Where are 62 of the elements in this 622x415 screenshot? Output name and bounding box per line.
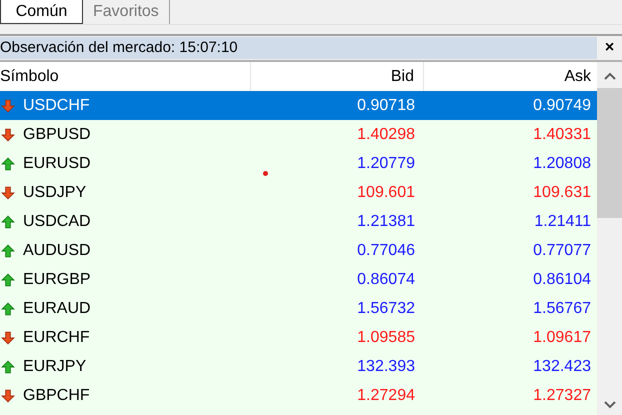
ask-cell-text: 1.21411 (533, 212, 592, 230)
ask-cell-text: 1.40331 (532, 126, 592, 144)
bid-cell-text: 0.90718 (356, 96, 416, 114)
symbol-cell: GBPUSD (23, 126, 91, 144)
symbol-cell: EURGBP (23, 270, 91, 288)
symbol-cell: EURAUD (23, 300, 91, 318)
up-arrow-icon (1, 156, 15, 170)
table-row[interactable]: AUDUSD 0.77046 0.77077 (0, 236, 597, 265)
ask-cell-text: 1.09617 (532, 328, 592, 346)
table-row[interactable]: GBPCHF 1.27294 1.27327 (0, 381, 597, 410)
down-arrow-icon (1, 128, 15, 142)
column-header[interactable]: Ask (424, 62, 597, 91)
table-row[interactable]: EURJPY 132.393 132.423 (0, 352, 597, 381)
table-row[interactable]: EURUSD 1.20779 1.20808 (0, 149, 597, 178)
symbol-cell: AUDUSD (23, 242, 91, 260)
ask-cell-text: 0.86104 (532, 270, 592, 288)
ask-cell-text: 132.423 (532, 358, 592, 376)
symbol-cell: USDJPY (23, 184, 86, 202)
bid-cell-text: 0.86074 (356, 270, 416, 288)
bid-cell-text: 1.21381 (356, 212, 416, 230)
table-row[interactable]: EURCHF 1.09585 1.09617 (0, 323, 597, 352)
ask-cell-text: 1.56767 (532, 300, 592, 318)
bid-cell-text: 1.27294 (356, 386, 416, 404)
up-arrow-icon (1, 360, 15, 374)
table-row[interactable]: USDCAD 1.21381 1.21411 (0, 207, 597, 236)
bid-cell-text: 0.77046 (356, 242, 416, 260)
symbol-cell: USDCAD (23, 212, 91, 230)
up-arrow-icon (1, 214, 15, 228)
symbol-cell: EURUSD (23, 154, 91, 172)
panel-title: Observación del mercado: 15:07:10 (0, 37, 597, 59)
ask-cell-text: 0.90749 (532, 96, 592, 114)
scroll-thumb[interactable] (597, 88, 622, 218)
up-arrow-icon (1, 244, 15, 258)
table-row[interactable]: USDJPY 109.601 109.631 (0, 178, 597, 207)
symbol-cell: EURCHF (23, 328, 90, 346)
bid-cell-text: 1.09585 (356, 328, 416, 346)
bid-cell-text: 132.393 (356, 358, 416, 376)
ask-cell-text: 1.20808 (532, 154, 592, 172)
down-arrow-icon (1, 186, 15, 200)
tab[interactable]: Común (0, 0, 83, 24)
down-arrow-icon (1, 388, 15, 402)
dot-mark (263, 171, 268, 176)
down-arrow-icon (1, 330, 15, 344)
ask-cell-text: 1.27327 (532, 386, 592, 404)
symbol-cell: USDCHF (23, 96, 90, 114)
ask-cell-text: 109.631 (532, 184, 592, 202)
symbol-cell: EURJPY (23, 358, 86, 376)
table-row[interactable]: USDCHF 0.90718 0.90749 (0, 91, 597, 120)
scroll-up-icon[interactable] (604, 72, 616, 80)
table-row[interactable]: EURGBP 0.86074 0.86104 (0, 265, 597, 294)
up-arrow-icon (1, 302, 15, 316)
bid-cell-text: 109.601 (356, 184, 416, 202)
bid-cell-text: 1.20779 (356, 154, 416, 172)
bid-cell-text: 1.56732 (356, 300, 416, 318)
symbol-cell: GBPCHF (23, 386, 90, 404)
table-row[interactable]: GBPUSD 1.40298 1.40331 (0, 120, 597, 149)
ask-cell-text: 0.77077 (532, 242, 592, 260)
bid-cell-text: 1.40298 (356, 126, 416, 144)
up-arrow-icon (1, 272, 15, 286)
down-arrow-icon (1, 98, 15, 112)
table-row[interactable]: EURAUD 1.56732 1.56767 (0, 294, 597, 323)
scroll-down-icon[interactable] (604, 401, 616, 409)
